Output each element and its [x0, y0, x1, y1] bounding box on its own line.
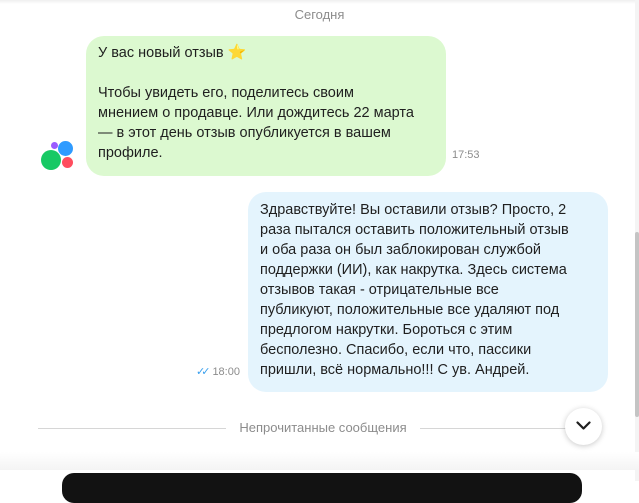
- incoming-message-title: У вас новый отзыв: [98, 45, 224, 61]
- top-strip: [0, 0, 639, 4]
- outgoing-message-text: Здравствуйте! Вы оставили отзыв? Просто,…: [260, 202, 569, 378]
- double-check-icon: ✓✓: [196, 366, 211, 378]
- avatar-dot-red: [62, 157, 73, 168]
- star-icon: ⭐: [227, 44, 247, 61]
- incoming-message-bubble[interactable]: У вас новый отзыв ⭐ Чтобы увидеть его, п…: [86, 36, 446, 176]
- scroll-to-bottom-button[interactable]: [565, 408, 602, 445]
- chevron-down-icon: [576, 421, 591, 430]
- date-separator: Сегодня: [294, 7, 345, 22]
- unread-divider-line-left: [38, 428, 226, 429]
- outgoing-message-meta: ✓✓ 18:00: [196, 365, 240, 378]
- avatar-dot-blue: [58, 141, 73, 156]
- unread-divider-label: Непрочитанные сообщения: [239, 420, 407, 435]
- outgoing-message-bubble[interactable]: Здравствуйте! Вы оставили отзыв? Просто,…: [248, 192, 608, 392]
- avatar-dot-purple: [51, 142, 58, 149]
- outgoing-message-time: 18:00: [212, 366, 240, 378]
- message-composer-bar[interactable]: [62, 473, 582, 503]
- avatar-dot-green: [41, 150, 61, 170]
- seller-avatar[interactable]: [40, 139, 76, 175]
- incoming-message-body: Чтобы увидеть его, поделитесь своим мнен…: [98, 85, 414, 161]
- incoming-message-time: 17:53: [452, 149, 480, 161]
- scrollbar-thumb[interactable]: [635, 232, 639, 417]
- bottom-fade: [0, 452, 639, 470]
